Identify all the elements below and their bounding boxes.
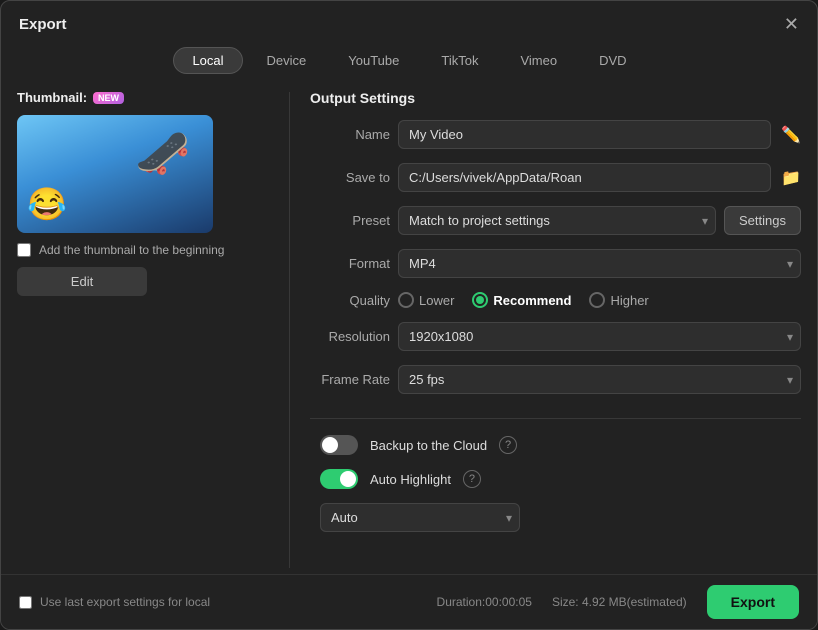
vertical-divider [289, 92, 290, 568]
edit-button[interactable]: Edit [17, 267, 147, 296]
auto-dropdown-row: Auto ▾ [310, 503, 801, 532]
resolution-row: Resolution 1920x1080 ▾ [310, 322, 801, 351]
backup-toggle[interactable] [320, 435, 358, 455]
skater-icon: 🛹 [127, 118, 199, 189]
ai-icon[interactable]: ✏️ [781, 125, 801, 145]
auto-highlight-toggle[interactable] [320, 469, 358, 489]
resolution-label: Resolution [310, 329, 390, 344]
duration-label: Duration:00:00:05 [437, 595, 532, 609]
quality-lower-label: Lower [419, 293, 454, 308]
preset-select[interactable]: Match to project settings [398, 206, 716, 235]
lower-radio-circle[interactable] [398, 292, 414, 308]
preset-select-wrap: Match to project settings ▾ [398, 206, 716, 235]
recommend-radio-dot [476, 296, 484, 304]
save-to-input[interactable] [398, 163, 771, 192]
format-select[interactable]: MP4 [398, 249, 801, 278]
right-panel: Output Settings Name ✏️ Save to 📁 Preset… [302, 86, 801, 574]
main-content: Thumbnail: NEW 🛹 😂 Add the thumbnail to … [1, 86, 817, 574]
new-badge: NEW [93, 92, 124, 104]
format-select-wrap: MP4 ▾ [398, 249, 801, 278]
last-settings-label: Use last export settings for local [40, 595, 210, 609]
resolution-select[interactable]: 1920x1080 [398, 322, 801, 351]
preset-label: Preset [310, 213, 390, 228]
backup-help-icon[interactable]: ? [499, 436, 517, 454]
tab-bar: Local Device YouTube TikTok Vimeo DVD [1, 43, 817, 86]
title-bar: Export ✕ [1, 1, 817, 43]
footer-left: Use last export settings for local [19, 595, 210, 609]
quality-higher-label: Higher [610, 293, 648, 308]
thumbnail-label-row: Thumbnail: NEW [17, 90, 277, 105]
format-row: Format MP4 ▾ [310, 249, 801, 278]
thumbnail-preview: 🛹 😂 [17, 115, 213, 233]
auto-highlight-label: Auto Highlight [370, 472, 451, 487]
close-button[interactable]: ✕ [784, 15, 799, 33]
name-row: Name ✏️ [310, 120, 801, 149]
tab-tiktok[interactable]: TikTok [423, 47, 496, 74]
add-thumbnail-label: Add the thumbnail to the beginning [39, 243, 224, 257]
name-label: Name [310, 127, 390, 142]
recommend-radio-circle[interactable] [472, 292, 488, 308]
higher-radio-circle[interactable] [589, 292, 605, 308]
backup-toggle-knob [322, 437, 338, 453]
left-panel: Thumbnail: NEW 🛹 😂 Add the thumbnail to … [17, 86, 277, 574]
preset-row: Preset Match to project settings ▾ Setti… [310, 206, 801, 235]
section-title: Output Settings [310, 90, 801, 106]
save-to-label: Save to [310, 170, 390, 185]
frame-rate-label: Frame Rate [310, 372, 390, 387]
auto-select[interactable]: Auto [320, 503, 520, 532]
last-settings-checkbox[interactable] [19, 596, 32, 609]
quality-recommend[interactable]: Recommend [472, 292, 571, 308]
add-thumbnail-row: Add the thumbnail to the beginning [17, 243, 277, 257]
add-thumbnail-checkbox[interactable] [17, 243, 31, 257]
backup-cloud-row: Backup to the Cloud ? [310, 435, 801, 455]
folder-icon[interactable]: 📁 [781, 168, 801, 188]
settings-button[interactable]: Settings [724, 206, 801, 235]
auto-select-wrap: Auto ▾ [320, 503, 520, 532]
frame-rate-select-wrap: 25 fps ▾ [398, 365, 801, 394]
tab-device[interactable]: Device [249, 47, 325, 74]
footer: Use last export settings for local Durat… [1, 574, 817, 629]
size-label: Size: 4.92 MB(estimated) [552, 595, 687, 609]
auto-highlight-help-icon[interactable]: ? [463, 470, 481, 488]
tab-dvd[interactable]: DVD [581, 47, 644, 74]
name-input[interactable] [398, 120, 771, 149]
separator [310, 418, 801, 419]
quality-recommend-label: Recommend [493, 293, 571, 308]
footer-info-group: Duration:00:00:05 Size: 4.92 MB(estimate… [437, 585, 799, 619]
frame-rate-row: Frame Rate 25 fps ▾ [310, 365, 801, 394]
tab-local[interactable]: Local [173, 47, 242, 74]
export-button[interactable]: Export [707, 585, 799, 619]
auto-highlight-knob [340, 471, 356, 487]
quality-lower[interactable]: Lower [398, 292, 454, 308]
tab-vimeo[interactable]: Vimeo [502, 47, 575, 74]
export-window: Export ✕ Local Device YouTube TikTok Vim… [0, 0, 818, 630]
auto-highlight-row: Auto Highlight ? [310, 469, 801, 489]
format-label: Format [310, 256, 390, 271]
emoji-icon: 😂 [27, 185, 67, 223]
quality-row: Quality Lower Recommend Higher [310, 292, 801, 308]
tab-youtube[interactable]: YouTube [330, 47, 417, 74]
quality-radio-group: Lower Recommend Higher [398, 292, 649, 308]
quality-higher[interactable]: Higher [589, 292, 648, 308]
frame-rate-select[interactable]: 25 fps [398, 365, 801, 394]
backup-label: Backup to the Cloud [370, 438, 487, 453]
window-title: Export [19, 16, 67, 33]
thumbnail-label-text: Thumbnail: [17, 90, 87, 105]
save-to-row: Save to 📁 [310, 163, 801, 192]
quality-label: Quality [310, 293, 390, 308]
resolution-select-wrap: 1920x1080 ▾ [398, 322, 801, 351]
